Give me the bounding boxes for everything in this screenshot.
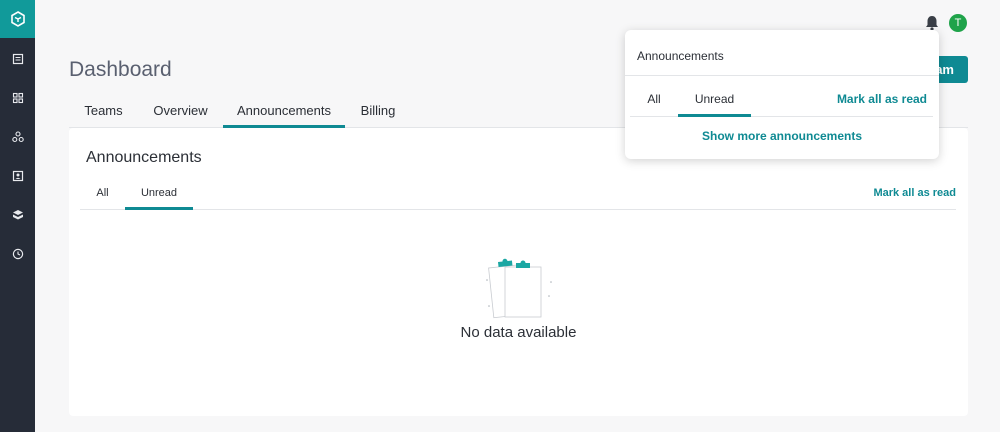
clock-icon[interactable] (10, 246, 25, 261)
card-tab-unread[interactable]: Unread (125, 181, 193, 210)
tab-overview[interactable]: Overview (138, 98, 223, 128)
card-tab-all[interactable]: All (80, 181, 125, 210)
popover-divider (625, 75, 939, 76)
empty-clipboard-icon (483, 256, 555, 320)
sidebar (0, 0, 35, 432)
mark-all-read-link[interactable]: Mark all as read (873, 187, 956, 199)
avatar[interactable]: T (949, 14, 967, 32)
popover-tabs: All Unread Mark all as read (630, 88, 933, 117)
cluster-icon[interactable] (10, 129, 25, 144)
book-icon[interactable] (10, 51, 25, 66)
announcements-card: Announcements All Unread Mark all as rea… (69, 128, 968, 416)
announcements-popover: Announcements All Unread Mark all as rea… (625, 30, 939, 159)
tab-billing[interactable]: Billing (345, 98, 411, 128)
empty-state-text: No data available (460, 324, 577, 341)
tab-announcements[interactable]: Announcements (223, 98, 345, 128)
page-title: Dashboard (69, 58, 172, 81)
popover-mark-all-read-link[interactable]: Mark all as read (837, 92, 927, 106)
card-tabs: All Unread Mark all as read (80, 181, 956, 210)
cube-icon[interactable] (10, 207, 25, 222)
tab-teams[interactable]: Teams (69, 98, 138, 128)
popover-title: Announcements (637, 49, 724, 63)
popover-tab-all[interactable]: All (630, 88, 678, 117)
grid-icon[interactable] (10, 90, 25, 105)
popover-tab-unread[interactable]: Unread (678, 88, 751, 117)
logo-icon[interactable] (0, 0, 35, 38)
show-more-announcements-link[interactable]: Show more announcements (625, 129, 939, 143)
contact-icon[interactable] (10, 168, 25, 183)
card-title: Announcements (86, 149, 202, 166)
